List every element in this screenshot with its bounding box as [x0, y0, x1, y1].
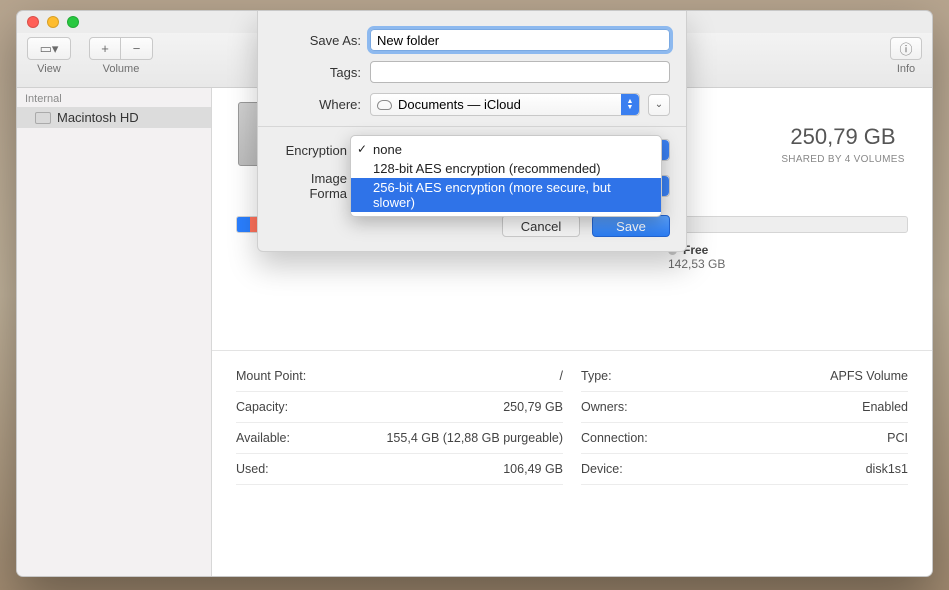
where-label: Where: — [274, 97, 370, 112]
sidebar-icon: ▭▾ — [40, 41, 59, 57]
chevron-down-icon: ⌄ — [655, 99, 663, 110]
sidebar-item-macintosh-hd[interactable]: Macintosh HD — [17, 107, 211, 128]
where-select[interactable]: Documents — iCloud ▲▼ — [370, 93, 640, 116]
info-button[interactable]: ⓘ — [890, 37, 922, 60]
view-button[interactable]: ▭▾ — [27, 37, 71, 60]
save-button[interactable]: Save — [592, 215, 670, 237]
shared-label: SHARED BY 4 VOLUMES — [778, 154, 908, 165]
save-sheet: Save As: Tags: Where: Documents — iCloud… — [257, 11, 687, 252]
info-label: Info — [897, 63, 915, 75]
expand-button[interactable]: ⌄ — [648, 94, 670, 116]
save-as-label: Save As: — [274, 33, 370, 48]
sidebar-item-label: Macintosh HD — [57, 110, 139, 125]
tags-input[interactable] — [370, 61, 670, 83]
info-row: Available:155,4 GB (12,88 GB purgeable) — [236, 423, 563, 454]
remove-volume-button[interactable]: − — [121, 37, 153, 60]
encryption-label: Encryption — [274, 143, 356, 158]
info-icon: ⓘ — [899, 39, 912, 58]
encryption-dropdown: ✓ none 128-bit AES encryption (recommend… — [350, 135, 662, 217]
sidebar: Internal Macintosh HD — [17, 88, 212, 576]
info-row: Mount Point:/ — [236, 361, 563, 392]
info-row: Device:disk1s1 — [581, 454, 908, 485]
encryption-option-128[interactable]: 128-bit AES encryption (recommended) — [351, 159, 661, 178]
select-arrows-icon: ▲▼ — [621, 94, 639, 115]
drive-icon — [35, 112, 51, 124]
info-left: Mount Point:/ Capacity:250,79 GB Availab… — [236, 361, 563, 485]
info-row: Capacity:250,79 GB — [236, 392, 563, 423]
check-icon: ✓ — [357, 142, 367, 156]
cloud-icon — [377, 100, 392, 110]
capacity-value: 250,79 GB — [778, 124, 908, 150]
disk-utility-window: Disk Utility ▭▾ View + − Volume ✚First A… — [16, 10, 933, 577]
info-right: Type:APFS Volume Owners:Enabled Connecti… — [581, 361, 908, 485]
view-label: View — [37, 63, 61, 75]
encryption-option-none[interactable]: ✓ none — [351, 140, 661, 159]
where-value: Documents — iCloud — [398, 97, 521, 112]
image-format-label: Image Forma — [274, 171, 356, 201]
info-row: Used:106,49 GB — [236, 454, 563, 485]
free-value: 142,53 GB — [668, 257, 725, 271]
tags-label: Tags: — [274, 65, 370, 80]
info-row: Type:APFS Volume — [581, 361, 908, 392]
sidebar-header: Internal — [17, 88, 211, 107]
save-as-input[interactable] — [370, 29, 670, 51]
encryption-option-256[interactable]: 256-bit AES encryption (more secure, but… — [351, 178, 661, 212]
info-row: Owners:Enabled — [581, 392, 908, 423]
cancel-button[interactable]: Cancel — [502, 215, 580, 237]
add-volume-button[interactable]: + — [89, 37, 121, 60]
info-row: Connection:PCI — [581, 423, 908, 454]
volume-label: Volume — [103, 63, 140, 75]
